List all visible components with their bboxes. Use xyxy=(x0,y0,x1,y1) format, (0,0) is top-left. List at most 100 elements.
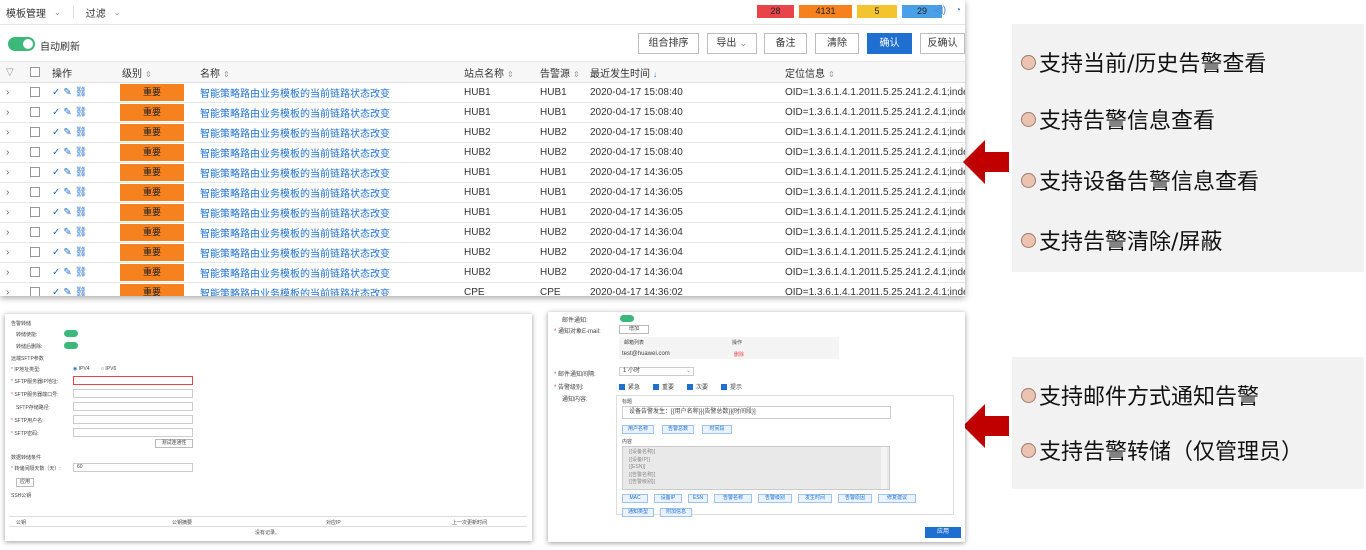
breadcrumb-template-management[interactable]: 模板管理 xyxy=(6,5,46,20)
clear-button[interactable]: 清除 xyxy=(815,33,859,54)
level-checkbox-minor[interactable]: 次要 xyxy=(687,382,708,391)
check-edit-link-icons[interactable]: ✓✎⛓ xyxy=(52,207,90,218)
row-actions[interactable]: ✓✎⛓ xyxy=(46,162,116,183)
chip-user-name[interactable]: 用户名称 xyxy=(622,425,654,434)
days-input[interactable]: 60 xyxy=(73,463,193,472)
expand-chevron-icon[interactable]: › xyxy=(0,142,24,163)
email-apply-button[interactable]: 应用 xyxy=(925,527,961,538)
table-row[interactable]: › ✓✎⛓ 重要 智能策略路由业务模板的当前链路状态改变 HUB2 HUB2 2020-04… xyxy=(0,242,965,263)
email-notify-toggle[interactable] xyxy=(620,315,634,322)
ipv6-radio[interactable]: ○ IPV6 xyxy=(101,366,116,372)
table-row[interactable]: › ✓✎⛓ 重要 智能策略路由业务模板的当前链路状态改变 HUB1 HUB1 2020-04… xyxy=(0,182,965,203)
body-field-chip[interactable]: ESN xyxy=(688,494,708,503)
check-edit-link-icons[interactable]: ✓✎⛓ xyxy=(52,247,90,258)
table-row[interactable]: › ✓✎⛓ 重要 智能策略路由业务模板的当前链路状态改变 HUB1 HUB1 2020-04… xyxy=(0,82,965,103)
expand-chevron-icon[interactable]: › xyxy=(0,82,24,103)
check-edit-link-icons[interactable]: ✓✎⛓ xyxy=(52,147,90,158)
expand-chevron-icon[interactable]: › xyxy=(0,102,24,123)
critical-count-badge[interactable]: 28 xyxy=(757,5,794,18)
table-row[interactable]: › ✓✎⛓ 重要 智能策略路由业务模板的当前链路状态改变 HUB2 HUB2 2020-04… xyxy=(0,222,965,243)
row-actions[interactable]: ✓✎⛓ xyxy=(46,82,116,103)
row-actions[interactable]: ✓✎⛓ xyxy=(46,242,116,263)
alarm-name-link[interactable]: 智能策略路由业务模板的当前链路状态改变 xyxy=(200,249,390,260)
expand-chevron-icon[interactable]: › xyxy=(0,242,24,263)
filter-icon[interactable]: ▽ xyxy=(0,61,24,83)
dump-delete-toggle[interactable] xyxy=(64,342,78,349)
alarm-name-link[interactable]: 智能策略路由业务模板的当前链路状态改变 xyxy=(200,109,390,120)
check-edit-link-icons[interactable]: ✓✎⛓ xyxy=(52,167,90,178)
add-email-button[interactable]: 增加 xyxy=(619,325,649,334)
alarm-name-link[interactable]: 智能策略路由业务模板的当前链路状态改变 xyxy=(200,209,390,220)
expand-chevron-icon[interactable]: › xyxy=(0,162,24,183)
unconfirm-button[interactable]: 反确认 xyxy=(920,33,965,54)
expand-chevron-icon[interactable]: › xyxy=(0,182,24,203)
expand-chevron-icon[interactable]: › xyxy=(0,122,24,143)
check-edit-link-icons[interactable]: ✓✎⛓ xyxy=(52,107,90,118)
chip-time-range[interactable]: 时间段 xyxy=(702,425,732,434)
expand-chevron-icon[interactable]: › xyxy=(0,202,24,223)
header-time[interactable]: 最近发生时间 ↓ xyxy=(584,61,779,83)
row-actions[interactable]: ✓✎⛓ xyxy=(46,202,116,223)
sftp-ip-input[interactable] xyxy=(73,376,193,385)
row-actions[interactable]: ✓✎⛓ xyxy=(46,222,116,243)
row-checkbox[interactable] xyxy=(24,162,46,183)
sftp-user-input[interactable] xyxy=(73,415,193,424)
table-row[interactable]: › ✓✎⛓ 重要 智能策略路由业务模板的当前链路状态改变 HUB2 HUB2 2020-04… xyxy=(0,142,965,163)
check-edit-link-icons[interactable]: ✓✎⛓ xyxy=(52,127,90,138)
row-actions[interactable]: ✓✎⛓ xyxy=(46,122,116,143)
body-field-chip[interactable]: 附加信息 xyxy=(660,508,692,517)
level-checkbox-urgent[interactable]: 紧急 xyxy=(619,382,640,391)
expand-chevron-icon[interactable]: › xyxy=(0,222,24,243)
row-actions[interactable]: ✓✎⛓ xyxy=(46,102,116,123)
row-checkbox[interactable] xyxy=(24,282,46,296)
sftp-path-input[interactable] xyxy=(73,402,193,411)
confirm-button[interactable]: 确认 xyxy=(867,33,912,54)
sftp-pass-input[interactable] xyxy=(73,428,193,437)
body-scrollbar[interactable] xyxy=(881,447,887,489)
alarm-name-link[interactable]: 智能策略路由业务模板的当前链路状态改变 xyxy=(200,149,390,160)
row-checkbox[interactable] xyxy=(24,202,46,223)
help-icon[interactable]: ◔ xyxy=(955,5,961,16)
header-source[interactable]: 告警源 ⇕ xyxy=(534,61,584,83)
dump-enable-toggle[interactable] xyxy=(64,330,78,337)
body-field-chip[interactable]: 告警级别 xyxy=(758,494,792,503)
combo-sort-button[interactable]: 组合排序 xyxy=(638,33,699,54)
chevron-down-icon[interactable]: ⌄ xyxy=(54,8,61,17)
check-edit-link-icons[interactable]: ✓✎⛓ xyxy=(52,287,90,296)
alarm-name-link[interactable]: 智能策略路由业务模板的当前链路状态改变 xyxy=(200,229,390,240)
alarm-name-link[interactable]: 智能策略路由业务模板的当前链路状态改变 xyxy=(200,289,390,296)
body-field-chip[interactable]: 修复建议 xyxy=(878,494,916,503)
select-all-checkbox[interactable] xyxy=(24,61,46,83)
row-checkbox[interactable] xyxy=(24,82,46,103)
ipv4-radio[interactable]: ◉ IPV4 xyxy=(73,366,90,372)
delete-email-link[interactable]: 删除 xyxy=(734,351,744,358)
table-row[interactable]: › ✓✎⛓ 重要 智能策略路由业务模板的当前链路状态改变 CPE CPE 2020-04-1… xyxy=(0,282,965,296)
row-actions[interactable]: ✓✎⛓ xyxy=(46,282,116,296)
check-edit-link-icons[interactable]: ✓✎⛓ xyxy=(52,87,90,98)
note-button[interactable]: 备注 xyxy=(764,33,807,54)
expand-chevron-icon[interactable]: › xyxy=(0,262,24,283)
table-row[interactable]: › ✓✎⛓ 重要 智能策略路由业务模板的当前链路状态改变 HUB1 HUB1 2020-04… xyxy=(0,102,965,123)
row-actions[interactable]: ✓✎⛓ xyxy=(46,182,116,203)
expand-chevron-icon[interactable]: › xyxy=(0,282,24,296)
interval-select[interactable]: 1 小时 ⌄ xyxy=(619,367,694,376)
check-edit-link-icons[interactable]: ✓✎⛓ xyxy=(52,267,90,278)
chevron-down-icon[interactable]: ⌄ xyxy=(114,8,121,17)
level-checkbox-major[interactable]: 重要 xyxy=(653,382,674,391)
table-row[interactable]: › ✓✎⛓ 重要 智能策略路由业务模板的当前链路状态改变 HUB1 HUB1 2020-04… xyxy=(0,202,965,223)
export-button[interactable]: 导出 ⌄ xyxy=(707,33,757,54)
alarm-name-link[interactable]: 智能策略路由业务模板的当前链路状态改变 xyxy=(200,129,390,140)
alarm-name-link[interactable]: 智能策略路由业务模板的当前链路状态改变 xyxy=(200,89,390,100)
row-checkbox[interactable] xyxy=(24,122,46,143)
alarm-name-link[interactable]: 智能策略路由业务模板的当前链路状态改变 xyxy=(200,189,390,200)
apply-button[interactable]: 应用 xyxy=(16,478,34,487)
header-location[interactable]: 定位信息 ⇕ xyxy=(779,61,965,83)
major-count-badge[interactable]: 4131 xyxy=(799,5,852,18)
table-row[interactable]: › ✓✎⛓ 重要 智能策略路由业务模板的当前链路状态改变 HUB2 HUB2 2020-04… xyxy=(0,262,965,283)
body-field-chip[interactable]: MAC xyxy=(622,494,648,503)
test-connection-button[interactable]: 测试连通性 xyxy=(155,439,193,448)
alarm-name-link[interactable]: 智能策略路由业务模板的当前链路状态改变 xyxy=(200,169,390,180)
body-field-chip[interactable]: 发生时间 xyxy=(798,494,832,503)
auto-refresh-toggle[interactable] xyxy=(8,37,35,51)
level-checkbox-hint[interactable]: 提示 xyxy=(721,382,742,391)
